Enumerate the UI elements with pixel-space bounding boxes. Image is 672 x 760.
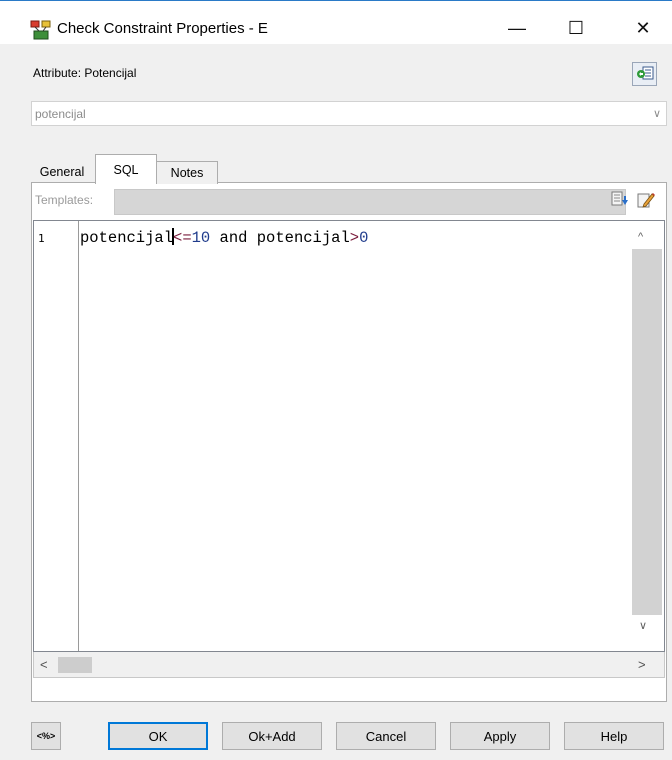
tab-general[interactable]: General bbox=[31, 161, 93, 183]
templates-label: Templates: bbox=[35, 193, 94, 207]
code-number: 10 bbox=[191, 229, 211, 247]
navigate-icon bbox=[636, 65, 654, 84]
templates-row: Templates: ∨ bbox=[32, 186, 666, 215]
horizontal-scrollbar[interactable]: < > bbox=[33, 652, 665, 678]
window-title: Check Constraint Properties - E bbox=[57, 20, 268, 37]
templates-select[interactable]: ∨ bbox=[114, 189, 626, 215]
vertical-scroll-thumb[interactable] bbox=[632, 249, 662, 615]
minimize-button[interactable]: — bbox=[494, 12, 540, 44]
tab-notes[interactable]: Notes bbox=[156, 161, 218, 184]
chevron-down-icon: ∨ bbox=[652, 108, 661, 120]
line-number: 1 bbox=[38, 232, 45, 245]
insert-macro-button[interactable]: <%> bbox=[31, 722, 61, 750]
edit-template-icon[interactable] bbox=[636, 190, 658, 212]
close-button[interactable]: ✕ bbox=[620, 12, 666, 44]
scroll-right-icon[interactable]: > bbox=[638, 657, 646, 672]
code-number: 0 bbox=[359, 229, 369, 247]
scroll-left-icon[interactable]: < bbox=[40, 657, 48, 672]
sql-editor[interactable]: 1 potencijal<=10 and potencijal>0 ^ ∨ bbox=[33, 220, 665, 652]
code-line[interactable]: potencijal<=10 and potencijal>0 bbox=[80, 228, 368, 247]
horizontal-scroll-thumb[interactable] bbox=[58, 657, 92, 673]
tab-strip: General SQL Notes bbox=[31, 152, 667, 184]
tab-sql[interactable]: SQL bbox=[95, 154, 157, 184]
attribute-select-value: potencijal bbox=[35, 107, 86, 121]
code-keyword: and potencijal bbox=[210, 229, 350, 247]
scroll-up-icon[interactable]: ^ bbox=[638, 231, 643, 243]
line-gutter: 1 bbox=[34, 221, 79, 651]
attribute-select[interactable]: potencijal ∨ bbox=[31, 101, 667, 126]
help-button[interactable]: Help bbox=[564, 722, 664, 750]
cancel-button[interactable]: Cancel bbox=[336, 722, 436, 750]
ok-add-button[interactable]: Ok+Add bbox=[222, 722, 322, 750]
ok-button[interactable]: OK bbox=[108, 722, 208, 750]
navigate-button[interactable] bbox=[632, 62, 657, 86]
scroll-down-icon[interactable]: ∨ bbox=[639, 619, 647, 632]
apply-button[interactable]: Apply bbox=[450, 722, 550, 750]
insert-template-icon[interactable] bbox=[610, 190, 632, 212]
constraint-app-icon bbox=[30, 20, 52, 40]
code-operator: <= bbox=[173, 229, 192, 247]
maximize-button[interactable]: ☐ bbox=[553, 12, 599, 44]
code-identifier: potencijal bbox=[80, 229, 174, 247]
code-operator: > bbox=[349, 229, 360, 247]
attribute-label: Attribute: Potencijal bbox=[33, 66, 137, 80]
vertical-scrollbar[interactable]: ^ ∨ bbox=[630, 221, 664, 651]
